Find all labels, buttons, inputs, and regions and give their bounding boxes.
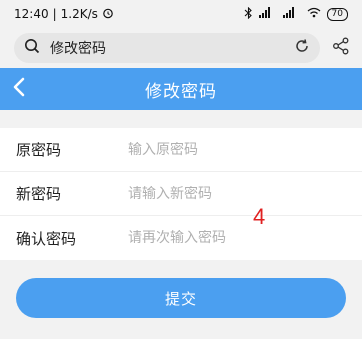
back-button[interactable] (6, 76, 32, 102)
bluetooth-icon (244, 6, 253, 22)
chevron-left-icon (12, 77, 26, 101)
old-password-label: 原密码 (16, 141, 62, 159)
signal-icon-2 (282, 7, 301, 21)
search-icon (24, 38, 40, 58)
new-password-label: 新密码 (16, 185, 62, 203)
new-password-field[interactable] (128, 185, 362, 202)
battery-indicator: 70 (326, 7, 348, 21)
page-header: 修改密码 (0, 68, 362, 110)
search-input[interactable]: 修改密码 (14, 33, 320, 63)
form-row-new-password: 新密码 (0, 172, 362, 216)
page-title: 修改密码 (145, 81, 217, 102)
browser-search-bar: 修改密码 (0, 28, 362, 68)
status-bar: 12:40 | 1.2K/s 70 (0, 0, 362, 28)
clock: 12:40 (14, 7, 49, 21)
signal-icon (258, 7, 277, 21)
network-speed: 1.2K/s (60, 7, 98, 21)
alarm-icon (102, 7, 114, 22)
submit-button[interactable]: 提交 (16, 278, 346, 318)
share-icon (332, 37, 350, 59)
confirm-password-field[interactable] (128, 230, 362, 246)
old-password-field[interactable] (128, 141, 362, 158)
form-row-confirm-password: 确认密码 (0, 216, 362, 260)
reload-icon[interactable] (294, 38, 310, 58)
share-button[interactable] (320, 37, 350, 59)
confirm-password-label: 确认密码 (16, 229, 77, 248)
wifi-icon (307, 7, 321, 21)
password-form: 原密码 新密码 确认密码 (0, 128, 362, 260)
annotation-marker: 4 (253, 204, 266, 229)
form-row-old-password: 原密码 (0, 128, 362, 172)
search-query: 修改密码 (50, 41, 106, 57)
